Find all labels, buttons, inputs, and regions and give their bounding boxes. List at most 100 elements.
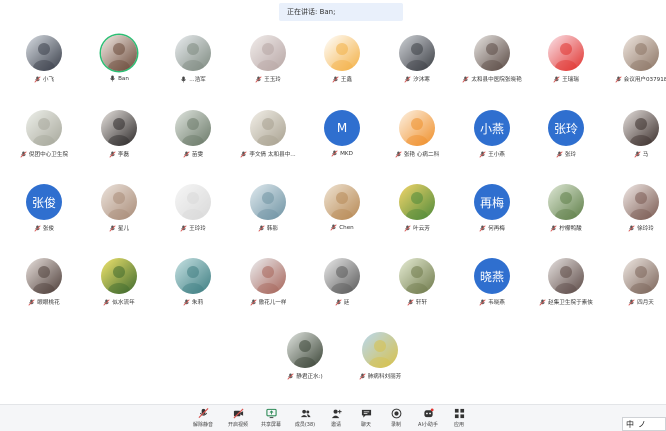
participant-name: 柠檬鸭酸 [559, 226, 582, 232]
participant-tile[interactable]: Chen [305, 184, 379, 244]
participant-tile[interactable]: ...浩军 [156, 35, 230, 95]
participant-name-line: 李文倩 太和县中... [231, 150, 305, 158]
participant-tile[interactable]: 柠檬鸭酸 [529, 184, 603, 244]
participant-name-line: 韩影 [231, 224, 305, 232]
avatar-photo [474, 35, 510, 71]
avatar-initials: 再梅 [479, 195, 504, 210]
participant-tile[interactable]: 太和县中医院张晓艳 [455, 35, 529, 95]
participant-name-line: Ban [82, 75, 156, 82]
toolbar-record-button[interactable]: 录制 [381, 408, 411, 431]
avatar-photo [250, 184, 286, 220]
toolbar-label: 成员(38) [294, 422, 316, 428]
avatar: 张俊 [26, 184, 62, 220]
mic-muted-icon [255, 75, 262, 83]
toolbar-share-screen-button[interactable]: 共享屏幕 [256, 408, 286, 431]
participant-tile[interactable]: 静君正水:) [268, 332, 342, 392]
participant-name: 轩轩 [415, 300, 428, 306]
avatar [362, 332, 398, 368]
participant-name: 张玲 [564, 152, 577, 158]
toolbar-ai-assistant-button[interactable]: AI小助手 [413, 408, 443, 431]
record-icon [391, 408, 401, 419]
participant-name: 赵集卫生院于素侠 [548, 300, 593, 306]
participant-tile[interactable]: 徐玲玲 [604, 184, 666, 244]
participant-name: 朱莉 [191, 300, 204, 306]
avatar-photo [175, 110, 211, 146]
avatar [399, 184, 435, 220]
ime-indicator[interactable]: 中 ノ [622, 417, 666, 431]
toolbar-members-button[interactable]: 成员(38) [290, 408, 320, 431]
participant-tile[interactable]: 王玉玲 [231, 35, 305, 95]
participant-tile[interactable]: 小飞 [7, 35, 81, 95]
participant-tile[interactable]: 王瑞瑞 [529, 35, 603, 95]
toolbar-invite-button[interactable]: 邀请 [321, 408, 351, 431]
participant-tile[interactable]: 马 [604, 110, 666, 170]
participant-tile[interactable]: 赵集卫生院于素侠 [529, 258, 603, 318]
participant-name-line: 静君正水:) [268, 372, 342, 380]
participant-tile[interactable]: 倪团中心卫生院 [7, 110, 81, 170]
mic-icon [110, 75, 115, 82]
avatar: 张玲 [548, 110, 584, 146]
participant-tile[interactable]: 会议用户037918 [604, 35, 666, 95]
participant-name: 似水流年 [112, 300, 135, 306]
toolbar-apps-button[interactable]: 应用 [444, 408, 474, 431]
participant-name-line: 星儿 [82, 224, 156, 232]
ai-assistant-icon [423, 408, 434, 418]
avatar: 晓燕 [474, 258, 510, 294]
participant-tile[interactable]: 韩影 [231, 184, 305, 244]
participant-tile[interactable]: 肺病科刘丽芳 [343, 332, 417, 392]
participant-tile[interactable]: 轩轩 [380, 258, 454, 318]
participant-tile[interactable]: 星儿 [82, 184, 156, 244]
participant-name: 王玲玲 [189, 226, 206, 232]
participant-tile[interactable]: Ban [82, 35, 156, 95]
participant-tile[interactable]: 苗雯 [156, 110, 230, 170]
participant-name-line: 眼眼桃花 [7, 298, 81, 306]
avatar [175, 258, 211, 294]
avatar-photo [250, 35, 286, 71]
participant-name: 王瑞瑞 [562, 77, 579, 83]
participant-tile[interactable]: 张俊 张俊 [7, 184, 81, 244]
participant-name: 四月天 [637, 300, 654, 306]
avatar [548, 258, 584, 294]
participant-tile[interactable]: 李磊 [82, 110, 156, 170]
avatar-photo [101, 110, 137, 146]
participant-tile[interactable]: 汐沐寒 [380, 35, 454, 95]
participant-tile[interactable]: 晓燕 韦晓燕 [455, 258, 529, 318]
participant-tile[interactable]: 四月天 [604, 258, 666, 318]
mic-muted-icon [249, 298, 257, 306]
toolbar-label: 共享屏幕 [260, 422, 281, 428]
participant-tile[interactable]: 王鑫 [305, 35, 379, 95]
participant-tile[interactable]: 张玲 张玲 [529, 110, 603, 170]
toolbar-camera-off-button[interactable]: 开启视频 [223, 408, 253, 431]
participant-name-line: 王小燕 [455, 150, 529, 158]
participant-name: ...浩军 [189, 77, 206, 83]
participant-name-line: 张俊 [7, 224, 81, 232]
avatar [26, 110, 62, 146]
avatar-initials: 小燕 [479, 121, 504, 136]
toolbar-chat-button[interactable]: 聊天 [351, 408, 381, 431]
participant-name: MKD [340, 150, 353, 157]
participant-name-line: 廷 [305, 298, 379, 306]
toolbar-mic-muted-button[interactable]: 解除静音 [188, 408, 218, 431]
participant-tile[interactable]: 傲花儿一样 [231, 258, 305, 318]
participant-tile[interactable]: 王玲玲 [156, 184, 230, 244]
participant-name-line: 小飞 [7, 75, 81, 83]
avatar [287, 332, 323, 368]
participant-tile[interactable]: 眼眼桃花 [7, 258, 81, 318]
avatar [324, 35, 360, 71]
meeting-window: 正在讲话: Ban; 小飞 Ban ...浩军 王玉玲 王鑫 汐沐寒 太和县中医院张晓艳 王瑞… [0, 0, 666, 431]
participant-tile[interactable]: M MKD [305, 110, 379, 170]
participant-name: 会议用户037918 [623, 77, 666, 83]
participant-tile[interactable]: 廷 [305, 258, 379, 318]
participant-tile[interactable]: 李文倩 太和县中... [231, 110, 305, 170]
participant-tile[interactable]: 朱莉 [156, 258, 230, 318]
share-screen-icon [265, 408, 277, 419]
toolbar-label: 开启视频 [227, 422, 248, 428]
participant-tile[interactable]: 小燕 王小燕 [455, 110, 529, 170]
avatar-photo [548, 184, 584, 220]
participant-tile[interactable]: 叶云芳 [380, 184, 454, 244]
participant-tile[interactable]: 张艳 心病二科 [380, 110, 454, 170]
avatar [399, 35, 435, 71]
participant-tile[interactable]: 似水流年 [82, 258, 156, 318]
avatar-initials: 张俊 [31, 195, 56, 210]
participant-tile[interactable]: 再梅 何再梅 [455, 184, 529, 244]
